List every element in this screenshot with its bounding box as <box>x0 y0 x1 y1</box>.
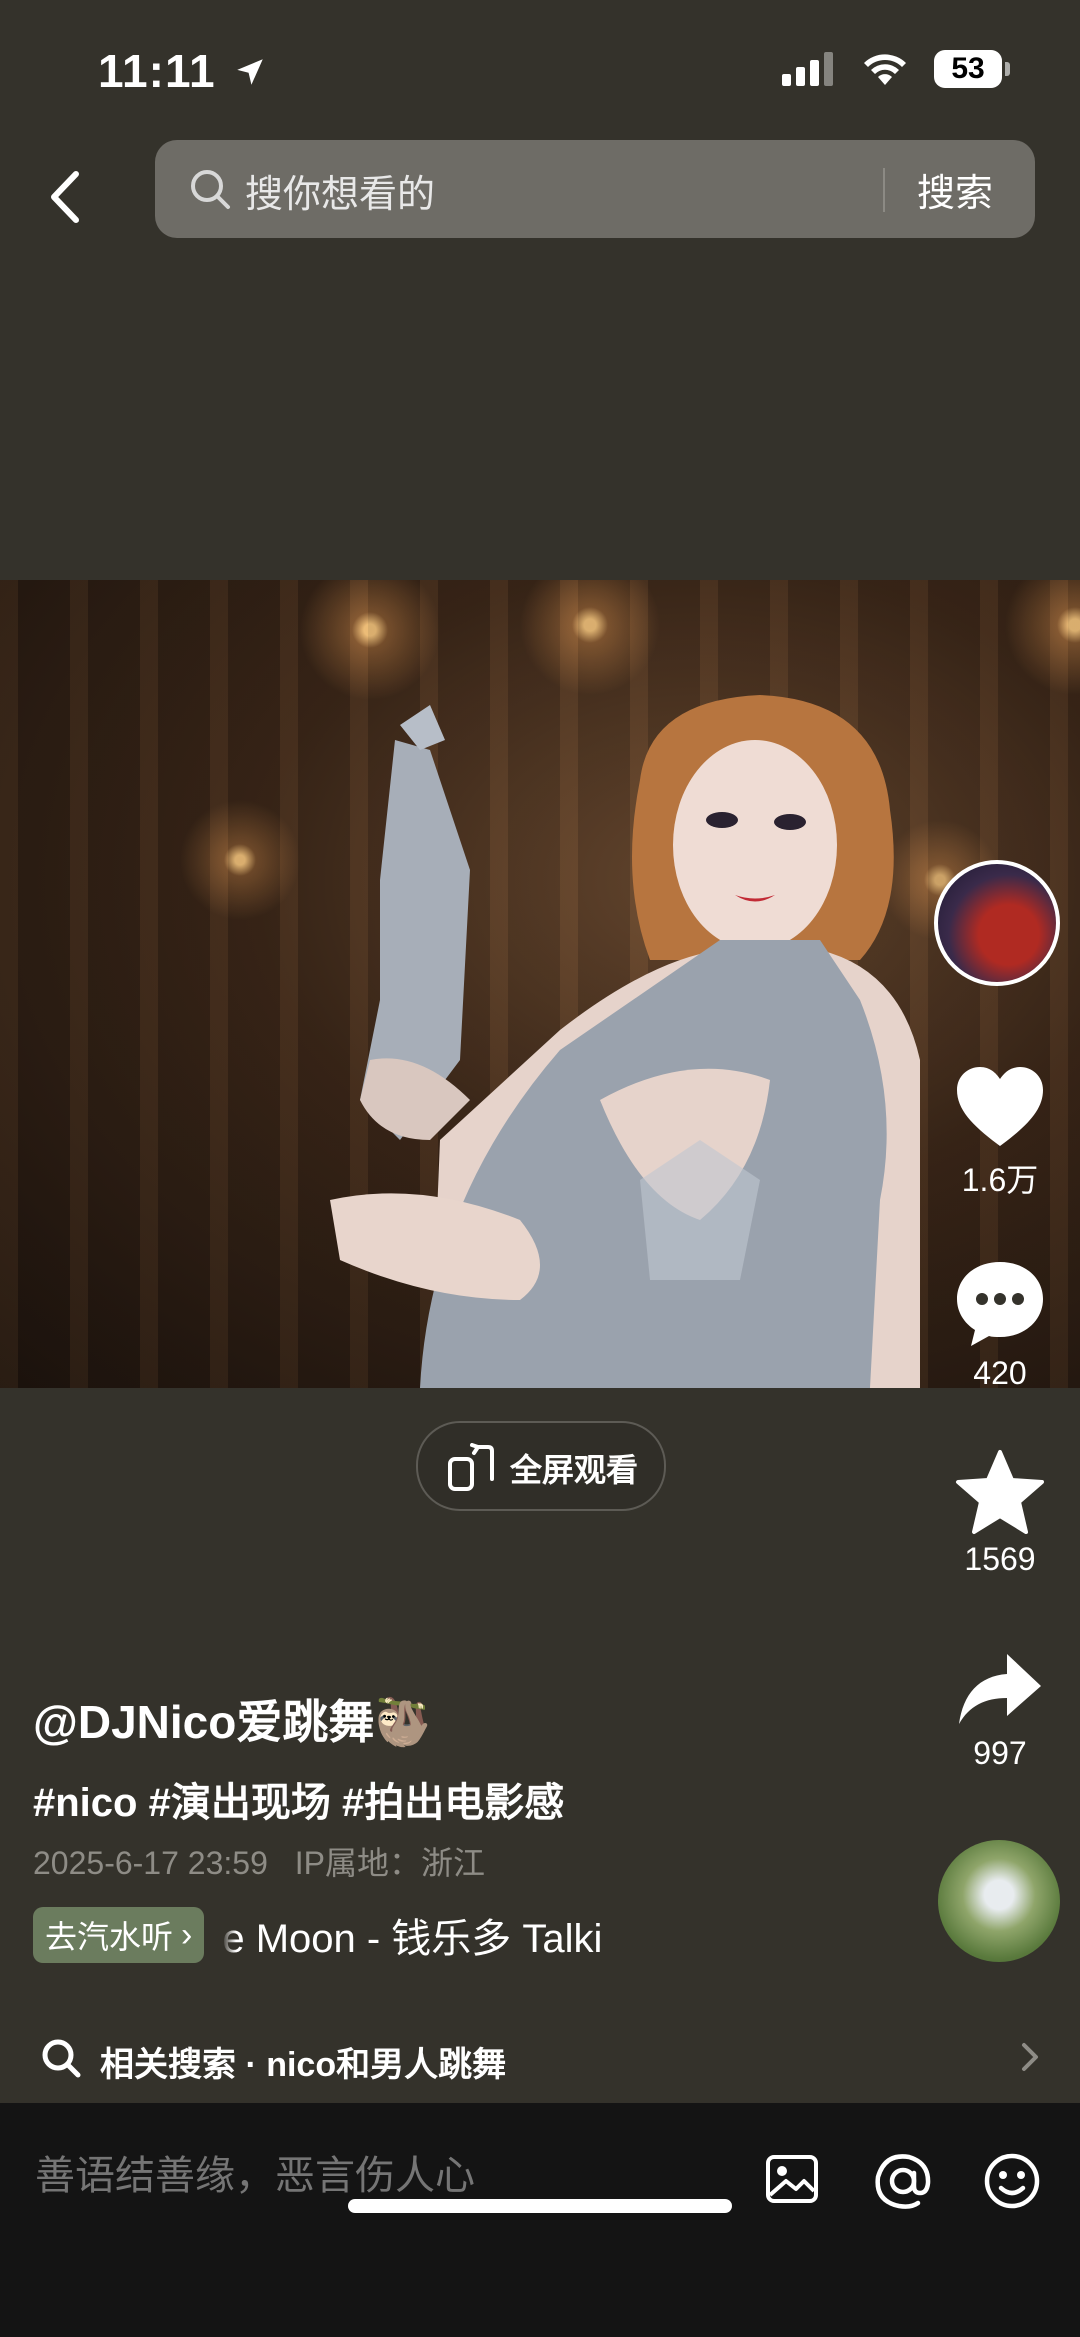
post-hashtags[interactable]: #nico #演出现场 #拍出电影感 <box>33 1770 564 1828</box>
music-row: 去汽水听 › e Moon - 钱乐多 Talki <box>33 1905 672 1965</box>
comment-bar <box>0 2103 1080 2337</box>
search-divider <box>883 168 885 212</box>
at-sign-icon <box>875 2154 931 2209</box>
favorite-button[interactable]: 1569 <box>920 1448 1080 1578</box>
heart-icon <box>957 1067 1043 1146</box>
status-icons: 53 <box>782 50 1010 88</box>
music-disc-avatar[interactable] <box>938 1840 1060 1962</box>
listen-in-qishui-button[interactable]: 去汽水听 › <box>33 1907 205 1963</box>
chevron-right-icon: › <box>181 1915 193 1954</box>
cellular-signal-icon <box>782 52 833 86</box>
image-icon <box>766 2155 818 2203</box>
rotate-fullscreen-icon <box>448 1443 494 1491</box>
video-frame-performer <box>330 695 920 1388</box>
author-avatar[interactable] <box>934 860 1060 986</box>
share-arrow-icon <box>959 1654 1041 1724</box>
home-indicator[interactable] <box>348 2199 732 2213</box>
location-arrow-icon <box>237 59 264 85</box>
like-count: 1.6万 <box>961 1162 1039 1198</box>
comment-bubble-icon <box>957 1262 1043 1346</box>
comment-button[interactable]: 420 <box>920 1256 1080 1392</box>
search-button[interactable]: 搜索 <box>917 162 993 217</box>
author-name[interactable]: @DJNico爱跳舞🦥 <box>33 1686 432 1752</box>
search-bar[interactable]: 搜你想看的 搜索 <box>155 140 1035 238</box>
music-badge-label: 去汽水听 <box>45 1919 174 1955</box>
chevron-right-icon <box>1022 2043 1038 2071</box>
status-time: 11:11 <box>98 44 267 98</box>
post-meta: 2025-6-17 23:59 IP属地：浙江 <box>33 1838 503 1884</box>
fullscreen-label: 全屏观看 <box>510 1452 639 1488</box>
share-button[interactable]: 997 <box>920 1650 1080 1772</box>
mention-button[interactable] <box>873 2151 933 2216</box>
search-icon <box>42 2039 81 2078</box>
emoji-button[interactable] <box>982 2151 1042 2216</box>
post-date: 2025-6-17 23:59 <box>33 1845 268 1881</box>
image-picker-button[interactable] <box>764 2151 820 2212</box>
comment-count: 420 <box>973 1355 1027 1391</box>
like-button[interactable]: 1.6万 <box>920 1064 1080 1201</box>
video-player[interactable] <box>0 580 1080 1388</box>
music-title-marquee[interactable]: e Moon - 钱乐多 Talki <box>222 1906 672 1964</box>
battery-indicator: 53 <box>934 50 1010 88</box>
related-search-label: 相关搜索 · nico和男人跳舞 <box>100 2046 507 2084</box>
battery-level: 53 <box>951 52 985 85</box>
favorite-count: 1569 <box>964 1541 1036 1577</box>
wifi-icon <box>864 54 906 85</box>
search-input[interactable]: 搜你想看的 <box>245 163 435 218</box>
related-search-bar[interactable]: 相关搜索 · nico和男人跳舞 <box>0 2013 1080 2103</box>
star-icon <box>956 1450 1044 1534</box>
share-count: 997 <box>973 1735 1027 1771</box>
search-icon <box>191 170 230 209</box>
comment-input[interactable] <box>33 2153 637 2200</box>
back-button[interactable] <box>38 162 98 232</box>
search-header: 搜你想看的 搜索 <box>0 140 1080 260</box>
chevron-left-icon <box>51 171 79 223</box>
smiley-face-icon <box>984 2153 1040 2209</box>
post-ip-location: IP属地：浙江 <box>294 1845 485 1881</box>
fullscreen-button[interactable]: 全屏观看 <box>416 1421 666 1511</box>
status-bar: 11:11 53 <box>0 0 1080 140</box>
